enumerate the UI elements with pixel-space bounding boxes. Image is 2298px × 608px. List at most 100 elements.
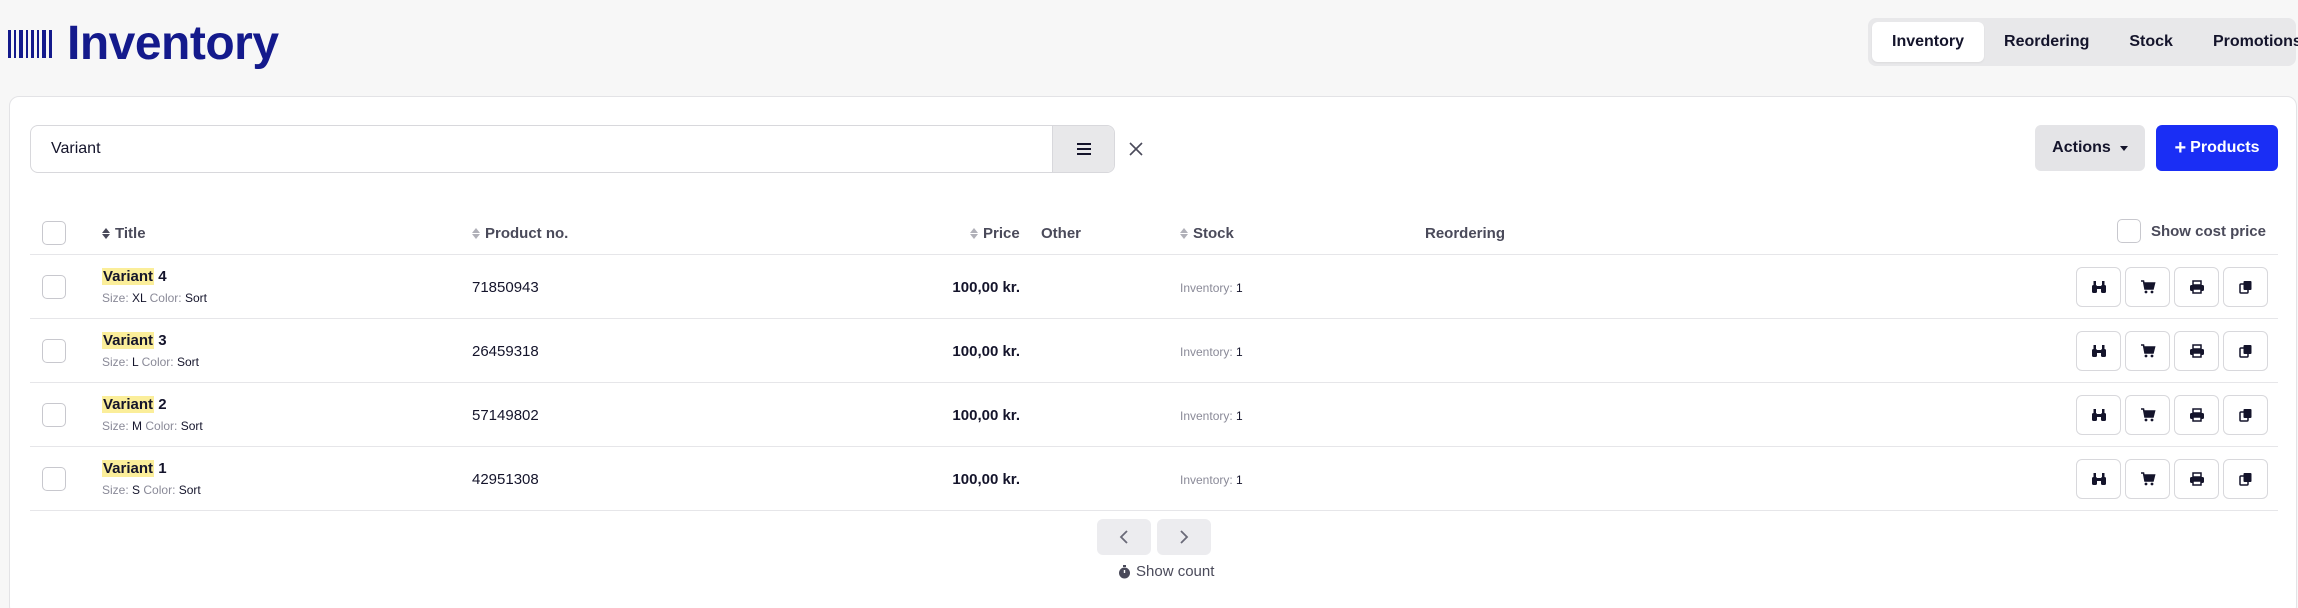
product-number: 42951308 xyxy=(472,471,539,488)
product-title-rest: 4 xyxy=(154,268,167,285)
table-row[interactable]: Variant 1 Size: S Color: Sort 42951308 1… xyxy=(30,447,2278,511)
stock-label: Inventory: xyxy=(1180,281,1233,295)
row-action-copy-button[interactable] xyxy=(2223,459,2268,499)
product-title-rest: 2 xyxy=(154,396,167,413)
row-action-printer-button[interactable] xyxy=(2174,459,2219,499)
search-box xyxy=(30,125,1115,173)
stock-info: Inventory: 1 xyxy=(1180,409,1243,423)
size-value: M xyxy=(132,419,143,433)
row-action-cart-button[interactable] xyxy=(2125,395,2170,435)
column-title-label: Title xyxy=(115,225,146,242)
product-attributes: Size: M Color: Sort xyxy=(102,419,203,433)
copy-icon xyxy=(2238,344,2253,358)
product-attributes: Size: S Color: Sort xyxy=(102,483,201,497)
product-price: 100,00 kr. xyxy=(952,279,1020,296)
select-all-checkbox[interactable] xyxy=(42,221,66,245)
product-attributes: Size: L Color: Sort xyxy=(102,355,199,369)
search-highlight: Variant xyxy=(102,396,155,413)
stock-value: 1 xyxy=(1236,409,1243,423)
row-action-cart-button[interactable] xyxy=(2125,267,2170,307)
search-input[interactable] xyxy=(31,126,1052,172)
row-actions xyxy=(2072,267,2268,307)
next-page-button[interactable] xyxy=(1157,519,1211,555)
sort-icon xyxy=(1180,228,1188,239)
product-title[interactable]: Variant 3 xyxy=(102,332,167,349)
stock-info: Inventory: 1 xyxy=(1180,345,1243,359)
printer-icon xyxy=(2189,344,2205,358)
product-title[interactable]: Variant 4 xyxy=(102,268,167,285)
row-checkbox[interactable] xyxy=(42,467,66,491)
copy-icon xyxy=(2238,472,2253,486)
show-cost-price-checkbox[interactable] xyxy=(2116,219,2141,243)
row-action-printer-button[interactable] xyxy=(2174,395,2219,435)
column-other: Other xyxy=(1041,225,1081,242)
column-product-no[interactable]: Product no. xyxy=(472,225,568,242)
size-value: S xyxy=(132,483,141,497)
binoculars-icon xyxy=(2091,472,2107,486)
color-label: Color: xyxy=(141,355,174,369)
row-action-binoculars-button[interactable] xyxy=(2076,267,2121,307)
row-action-copy-button[interactable] xyxy=(2223,331,2268,371)
product-price: 100,00 kr. xyxy=(952,407,1020,424)
stock-label: Inventory: xyxy=(1180,345,1233,359)
search-highlight: Variant xyxy=(102,460,155,477)
row-actions xyxy=(2072,331,2268,371)
row-action-printer-button[interactable] xyxy=(2174,267,2219,307)
row-action-copy-button[interactable] xyxy=(2223,395,2268,435)
sort-icon xyxy=(970,228,978,239)
stock-info: Inventory: 1 xyxy=(1180,473,1243,487)
show-count-link[interactable]: Show count xyxy=(1118,563,1214,580)
row-action-printer-button[interactable] xyxy=(2174,331,2219,371)
menu-icon xyxy=(1076,143,1091,155)
column-price[interactable]: Price xyxy=(970,225,1020,242)
product-title[interactable]: Variant 1 xyxy=(102,460,167,477)
tab-reordering[interactable]: Reordering xyxy=(1984,22,2109,62)
tab-inventory[interactable]: Inventory xyxy=(1872,22,1985,62)
previous-page-button[interactable] xyxy=(1097,519,1151,555)
sort-icon xyxy=(102,228,110,239)
row-checkbox[interactable] xyxy=(42,403,66,427)
size-value: L xyxy=(132,355,139,369)
size-value: XL xyxy=(132,291,147,305)
size-label: Size: xyxy=(102,419,129,433)
row-action-cart-button[interactable] xyxy=(2125,331,2170,371)
stock-value: 1 xyxy=(1236,281,1243,295)
tab-promotions[interactable]: Promotions xyxy=(2193,22,2298,62)
row-checkbox[interactable] xyxy=(42,275,66,299)
color-label: Color: xyxy=(143,483,176,497)
clear-search-button[interactable] xyxy=(1124,137,1148,161)
cart-icon xyxy=(2140,280,2156,294)
table-row[interactable]: Variant 4 Size: XL Color: Sort 71850943 … xyxy=(30,255,2278,319)
column-other-label: Other xyxy=(1041,225,1082,242)
table-row[interactable]: Variant 3 Size: L Color: Sort 26459318 1… xyxy=(30,319,2278,383)
close-icon xyxy=(1129,142,1143,156)
show-cost-price-toggle[interactable]: Show cost price xyxy=(2116,219,2266,243)
filter-button[interactable] xyxy=(1052,126,1114,172)
row-action-cart-button[interactable] xyxy=(2125,459,2170,499)
column-title[interactable]: Title xyxy=(102,225,146,242)
table-row[interactable]: Variant 2 Size: M Color: Sort 57149802 1… xyxy=(30,383,2278,447)
show-cost-price-label: Show cost price xyxy=(2150,222,2266,240)
barcode-icon xyxy=(8,28,55,60)
column-product-no-label: Product no. xyxy=(485,225,569,242)
row-action-binoculars-button[interactable] xyxy=(2076,395,2121,435)
row-action-copy-button[interactable] xyxy=(2223,267,2268,307)
copy-icon xyxy=(2238,408,2253,422)
column-stock-label: Stock xyxy=(1193,225,1234,242)
stock-value: 1 xyxy=(1236,473,1243,487)
add-products-button[interactable]: + Products xyxy=(2156,125,2278,171)
column-reordering-label: Reordering xyxy=(1425,225,1506,242)
actions-button[interactable]: Actions xyxy=(2035,125,2145,171)
nav-tabs: Inventory Reordering Stock Promotions xyxy=(1868,18,2298,66)
row-checkbox[interactable] xyxy=(42,339,66,363)
actions-label: Actions xyxy=(2052,139,2111,156)
column-stock[interactable]: Stock xyxy=(1180,225,1234,242)
search-highlight: Variant xyxy=(102,268,155,285)
row-action-binoculars-button[interactable] xyxy=(2076,331,2121,371)
tab-stock[interactable]: Stock xyxy=(2109,22,2193,62)
product-number: 57149802 xyxy=(472,407,539,424)
binoculars-icon xyxy=(2091,280,2107,294)
product-title[interactable]: Variant 2 xyxy=(102,396,167,413)
row-action-binoculars-button[interactable] xyxy=(2076,459,2121,499)
cart-icon xyxy=(2140,472,2156,486)
